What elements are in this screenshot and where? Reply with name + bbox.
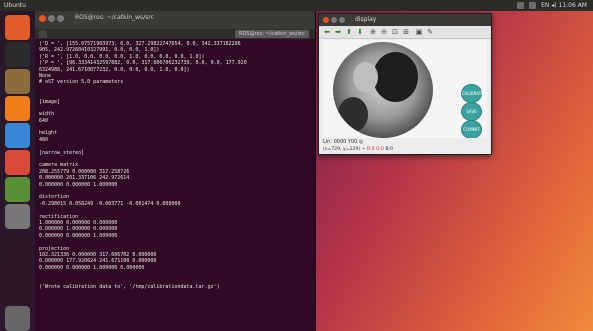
terminal-tab-active[interactable]: ROS@ros: ~/catkin_ws/src xyxy=(235,30,309,38)
close-icon[interactable] xyxy=(39,15,46,22)
settings-app-icon[interactable] xyxy=(5,123,30,148)
forward-arrow-icon[interactable]: ➡ xyxy=(334,28,342,36)
commit-button[interactable]: COMMIT xyxy=(461,120,482,138)
minimize-icon[interactable] xyxy=(48,15,55,22)
image-dark-region xyxy=(338,97,368,132)
fisheye-camera-image xyxy=(333,42,433,138)
terminal-title: ROS@ros: ~/catkin_ws/src xyxy=(75,14,154,21)
up-arrow-icon[interactable]: ⬆ xyxy=(345,28,353,36)
terminal-tabs: ROS@ros: ~/catkin_ws/src xyxy=(35,29,315,39)
coords-b: B:0 xyxy=(385,147,394,152)
text-editor-app-icon[interactable] xyxy=(5,177,30,202)
image-viewer-window[interactable]: display ⬅ ➡ ⬆ ⬇ ⊕ ⊖ ⊡ ⊞ ▣ ✎ CALIBRATE SA… xyxy=(318,13,492,155)
system-tray[interactable]: EN ◂) 11:06 AM xyxy=(517,0,587,11)
viewer-status: Lin: 0000 Y00 ◎ xyxy=(323,139,364,145)
terminal-window[interactable]: ROS@ros: ~/catkin_ws/src ROS@ros: ~/catk… xyxy=(35,11,316,331)
close-icon[interactable] xyxy=(323,17,329,23)
maximize-icon[interactable] xyxy=(339,17,345,23)
keyboard-icon[interactable] xyxy=(517,2,525,9)
save-button[interactable]: SAVE xyxy=(461,102,482,121)
files-app-icon[interactable] xyxy=(5,69,30,94)
viewer-titlebar[interactable]: display xyxy=(319,14,491,26)
cursor-coordinates: (x=729, y=229) ~ R:0 G:0 B:0 xyxy=(323,146,487,153)
trash-icon[interactable] xyxy=(5,306,30,331)
viewer-title: display xyxy=(355,16,377,23)
terminal-titlebar[interactable]: ROS@ros: ~/catkin_ws/src xyxy=(35,11,315,29)
active-app-title: Ubuntu xyxy=(4,2,26,9)
image-dark-region xyxy=(373,52,418,102)
calibrate-button[interactable]: CALIBRATE xyxy=(461,84,484,103)
maximize-icon[interactable] xyxy=(57,15,64,22)
zoom-original-icon[interactable]: ⊞ xyxy=(402,28,410,36)
dash-home-icon[interactable] xyxy=(5,15,30,40)
terminal-line: ('Wrote calibration data to', '/tmp/cali… xyxy=(39,283,220,290)
image-canvas[interactable]: CALIBRATE SAVE COMMIT xyxy=(323,40,487,138)
system-settings-icon[interactable] xyxy=(5,204,30,229)
top-panel: Ubuntu EN ◂) 11:06 AM xyxy=(0,0,593,11)
network-icon[interactable] xyxy=(529,2,537,9)
coords-rgb: R:0 G:0 xyxy=(366,147,384,152)
firefox-app-icon[interactable] xyxy=(5,96,30,121)
launcher-bar xyxy=(0,11,35,331)
terminal-tab[interactable] xyxy=(39,30,47,38)
down-arrow-icon[interactable]: ⬇ xyxy=(356,28,364,36)
coords-prefix: (x=729, y=229) ~ xyxy=(323,147,366,152)
terminal-output[interactable]: ('D = ', [155.07571903973, 0.0, 327.2982… xyxy=(39,41,311,329)
zoom-out-icon[interactable]: ⊖ xyxy=(380,28,388,36)
back-arrow-icon[interactable]: ⬅ xyxy=(323,28,331,36)
viewer-toolbar: ⬅ ➡ ⬆ ⬇ ⊕ ⊖ ⊡ ⊞ ▣ ✎ xyxy=(319,26,491,39)
minimize-icon[interactable] xyxy=(331,17,337,23)
zoom-in-icon[interactable]: ⊕ xyxy=(369,28,377,36)
save-icon[interactable]: ▣ xyxy=(415,28,423,36)
zoom-fit-icon[interactable]: ⊡ xyxy=(391,28,399,36)
software-app-icon[interactable] xyxy=(5,150,30,175)
terminal-app-icon[interactable] xyxy=(5,42,30,67)
properties-icon[interactable]: ✎ xyxy=(426,28,434,36)
tray-status-text[interactable]: EN ◂) 11:06 AM xyxy=(541,0,587,11)
image-bright-region xyxy=(353,62,378,92)
